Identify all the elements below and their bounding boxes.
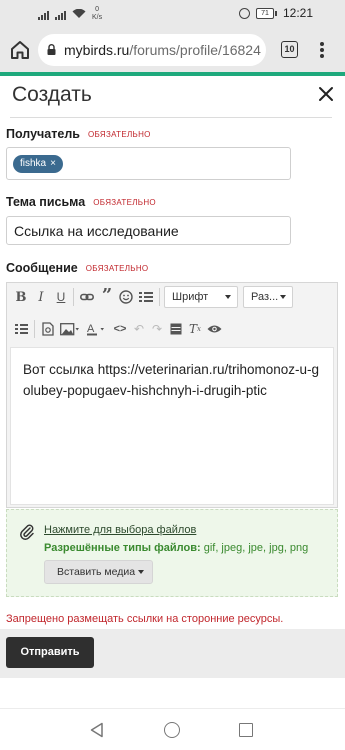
smilie-icon[interactable] — [117, 288, 135, 306]
submit-button[interactable]: Отправить — [6, 637, 94, 668]
lock-icon — [47, 44, 56, 55]
code-icon[interactable]: <> — [111, 320, 129, 338]
battery-icon: 71 — [255, 7, 277, 19]
net-speed: 0 K/s — [92, 6, 103, 21]
font-size-dropdown[interactable]: Раз... — [243, 286, 293, 308]
link-icon[interactable] — [78, 288, 96, 306]
status-bar: 0 K/s 71 12:21 — [0, 0, 345, 28]
image-icon[interactable] — [59, 320, 81, 338]
required-marker: ОБЯЗАТЕЛЬНО — [87, 130, 151, 139]
recipient-input[interactable]: fishka × — [6, 147, 291, 180]
clock: 12:21 — [282, 6, 313, 20]
page-title: Создать — [12, 83, 92, 106]
url-bar[interactable]: mybirds.ru/forums/profile/16824 — [38, 34, 266, 66]
bold-icon[interactable]: B — [12, 288, 30, 306]
signal-icon-2 — [55, 9, 66, 20]
required-marker: ОБЯЗАТЕЛЬНО — [85, 264, 149, 273]
message-textarea[interactable]: Вот ссылка https://veterinarian.ru/triho… — [10, 347, 334, 505]
undo-icon[interactable]: ↶ — [130, 320, 148, 338]
close-icon[interactable] — [318, 86, 334, 102]
tab-switcher-button[interactable]: 10 — [281, 41, 298, 58]
align-icon[interactable] — [12, 320, 30, 338]
browser-toolbar: mybirds.ru/forums/profile/16824 10 — [0, 28, 345, 72]
attachment-area: Нажмите для выбора файлов Разрешённые ти… — [6, 509, 338, 597]
paperclip-icon — [20, 524, 34, 540]
chevron-down-icon — [138, 570, 144, 574]
recipient-tag[interactable]: fishka × — [13, 155, 63, 173]
wifi-icon — [72, 9, 86, 18]
subject-input[interactable]: Ссылка на исследование — [6, 216, 291, 245]
more-menu-icon[interactable] — [314, 40, 330, 60]
back-icon[interactable] — [89, 722, 105, 738]
redo-icon[interactable]: ↷ — [148, 320, 166, 338]
remove-tag-icon[interactable]: × — [50, 155, 56, 173]
chevron-down-icon — [225, 295, 231, 299]
form-footer: Отправить — [0, 629, 345, 678]
compose-overlay: Создать Получатель ОБЯЗАТЕЛЬНО fishka × Т… — [0, 76, 345, 708]
recipient-label: Получатель ОБЯЗАТЕЛЬНО — [6, 127, 151, 141]
editor-toolbar-row-2: A <> ↶ ↷ Tx — [7, 315, 337, 347]
clear-format-icon[interactable]: Tx — [186, 320, 204, 338]
quote-icon[interactable]: ” — [98, 285, 116, 306]
error-message: Запрещено размещать ссылки на сторонние … — [6, 613, 284, 625]
preview-doc-icon[interactable] — [39, 320, 57, 338]
required-marker: ОБЯЗАТЕЛЬНО — [93, 198, 156, 207]
text-color-icon[interactable]: A — [85, 320, 107, 338]
message-editor: B I U ” Шрифт Раз... A <> ↶ ↷ T x Вот сс… — [6, 282, 338, 508]
svg-text:A: A — [87, 323, 95, 335]
italic-icon[interactable]: I — [32, 288, 50, 306]
divider — [10, 117, 332, 118]
recent-apps-icon[interactable] — [239, 723, 253, 737]
chevron-down-icon — [280, 295, 286, 299]
home-circle-icon[interactable] — [164, 722, 180, 738]
choose-files-link[interactable]: Нажмите для выбора файлов — [44, 524, 196, 536]
home-icon[interactable] — [8, 38, 32, 62]
underline-icon[interactable]: U — [52, 288, 70, 306]
font-family-dropdown[interactable]: Шрифт — [164, 286, 238, 308]
eye-icon[interactable] — [205, 320, 223, 338]
alarm-icon — [238, 7, 250, 19]
list-icon[interactable] — [137, 288, 155, 306]
insert-media-button[interactable]: Вставить медиа — [44, 560, 153, 584]
system-nav-bar — [0, 708, 345, 750]
url-text: mybirds.ru/forums/profile/16824 — [64, 42, 261, 58]
editor-toolbar-row-1: B I U ” Шрифт Раз... — [7, 283, 337, 315]
table-icon[interactable] — [167, 320, 185, 338]
signal-icon — [38, 9, 49, 20]
subject-label: Тема письма ОБЯЗАТЕЛЬНО — [6, 195, 156, 209]
message-label: Сообщение ОБЯЗАТЕЛЬНО — [6, 261, 149, 275]
allowed-file-types: Разрешённые типы файлов: gif, jpeg, jpe,… — [44, 542, 309, 554]
